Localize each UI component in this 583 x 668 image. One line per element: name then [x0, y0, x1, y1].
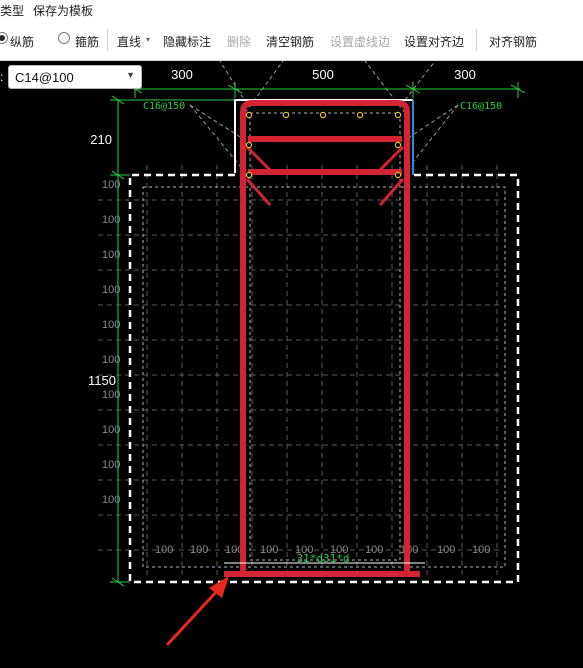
line-button[interactable]: 直线 — [117, 33, 141, 50]
stirrup-label[interactable]: 箍筋 — [75, 33, 99, 50]
hook-rebar[interactable] — [245, 145, 405, 206]
grid-label: 100 — [365, 544, 383, 556]
dashed-section-outline[interactable] — [128, 173, 520, 584]
clear-rebar-button[interactable]: 清空钢筋 — [266, 33, 314, 50]
longitudinal-radio[interactable] — [0, 32, 8, 44]
grid-labels: 100100100100100100100100100100100 100 100 1… — [102, 179, 490, 556]
dim-left-main[interactable]: 1150 — [88, 373, 116, 388]
delete-button[interactable]: 删除 — [227, 33, 251, 50]
grid-label: 100 — [437, 544, 455, 556]
menu-bar: 类型 保存为模板 — [0, 0, 583, 20]
dim-top-right[interactable]: 300 — [454, 67, 476, 82]
dim-left-top[interactable]: 210 — [90, 132, 112, 147]
grid-label: 100 — [472, 544, 490, 556]
rebar-label-left[interactable]: C16@150 — [143, 101, 185, 112]
dim-top-mid[interactable]: 500 — [312, 67, 334, 82]
longitudinal-label[interactable]: 纵筋 — [10, 33, 34, 50]
cover-offset-line — [142, 186, 506, 568]
menu-save-template[interactable]: 保存为模板 — [33, 2, 93, 19]
hide-marks-button[interactable]: 隐藏标注 — [163, 33, 211, 50]
toolbar: 纵筋 箍筋 直线 ▾ 隐藏标注 删除 清空钢筋 设置虚线边 设置对齐边 对齐钢筋 — [0, 20, 583, 61]
stirrup-rebar[interactable] — [240, 100, 410, 572]
grid-label: 100 — [155, 544, 173, 556]
stirrup-radio[interactable] — [58, 32, 70, 44]
align-rebar-button[interactable]: 对齐钢筋 — [489, 33, 537, 50]
grid-lines — [98, 165, 500, 575]
chevron-down-icon[interactable]: ▼ — [126, 70, 135, 80]
annotation-arrow — [165, 576, 229, 647]
chevron-down-icon[interactable]: ▾ — [146, 35, 150, 44]
dim-top-left[interactable]: 300 — [171, 67, 193, 82]
web-cover-line — [249, 112, 401, 561]
menu-type[interactable]: 类型 — [0, 2, 24, 19]
drawing-canvas[interactable]: 100100100100100100100100100100100 100 100 1… — [0, 61, 583, 668]
rebar-spec-select[interactable]: C14@100 ▼ — [8, 65, 142, 89]
rebar-spec-value: C14@100 — [15, 70, 74, 85]
label-colon: : — [0, 70, 4, 84]
dimension-lines — [110, 82, 526, 587]
set-align-edge-button[interactable]: 设置对齐边 — [404, 33, 464, 50]
toolbar-separator — [476, 29, 477, 51]
set-dashed-edge-button[interactable]: 设置虚线边 — [330, 33, 390, 50]
grid-label: 100 — [190, 544, 208, 556]
toolbar-separator — [107, 29, 108, 51]
grid-label: 100 — [260, 544, 278, 556]
anchor-length-label[interactable]: 31*d31*d — [297, 552, 350, 565]
rebar-label-right[interactable]: C16@150 — [460, 101, 502, 112]
